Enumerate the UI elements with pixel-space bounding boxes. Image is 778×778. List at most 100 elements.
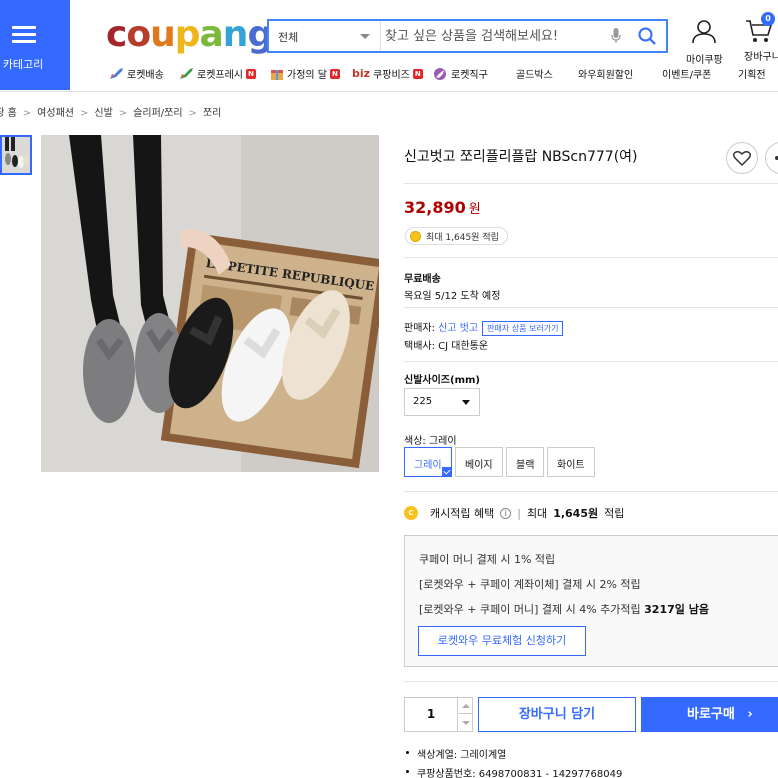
- search-scope-select[interactable]: 전체: [269, 21, 381, 51]
- user-icon: [692, 20, 717, 44]
- nav-rocket-global[interactable]: 로켓직구: [432, 66, 488, 81]
- mypage-link[interactable]: 마이쿠팡: [686, 18, 723, 66]
- info-icon[interactable]: i: [500, 507, 512, 519]
- search-icon[interactable]: [637, 26, 657, 46]
- reward-text: 최대 1,645원 적립: [426, 232, 499, 243]
- color-option-white[interactable]: 화이트: [547, 447, 595, 477]
- divider: [404, 681, 778, 682]
- nav-label: 골드박스: [516, 70, 553, 81]
- benefit-line: [로켓와우 + 쿠페이 머니] 결제 시 4% 추가적립 3217일 남음: [419, 601, 709, 617]
- divider: [404, 361, 778, 362]
- divider: [404, 257, 778, 258]
- search-scope-value: 전체: [278, 31, 299, 44]
- seller-products-button[interactable]: 판매자 상품 보러가기: [482, 321, 564, 336]
- size-value: 225: [413, 396, 433, 407]
- product-thumbnail[interactable]: [0, 135, 32, 175]
- cart-count-badge: 0: [761, 12, 775, 26]
- chevron-right-icon: ›: [747, 707, 753, 722]
- share-icon: [775, 156, 778, 160]
- quantity-input[interactable]: 1: [405, 698, 457, 731]
- wow-trial-button[interactable]: 로켓와우 무료체험 신청하기: [418, 626, 586, 656]
- logo-letter: a: [199, 14, 224, 55]
- breadcrumb-separator: >: [118, 108, 128, 119]
- microphone-icon[interactable]: [611, 27, 621, 45]
- breadcrumb-item[interactable]: 쿠팡 홈: [0, 108, 17, 119]
- category-menu-button[interactable]: 카테고리: [0, 0, 70, 90]
- logo-letter: u: [150, 14, 176, 55]
- breadcrumb-separator: >: [188, 108, 197, 119]
- product-main-image[interactable]: LA PETITE REPUBLIQUE: [41, 135, 379, 472]
- buy-now-button[interactable]: 바로구매 ›: [641, 697, 778, 732]
- nav-rocket-delivery[interactable]: 로켓배송: [108, 66, 164, 81]
- cash-suffix: 적립: [604, 507, 625, 520]
- color-option-beige[interactable]: 베이지: [455, 447, 503, 477]
- cart-label: 장바구니: [744, 52, 778, 63]
- category-nav: 로켓배송 로켓프레시 N 가정의 달 N biz 쿠팡비즈 N 로켓직구 골드박…: [100, 66, 778, 88]
- benefit-line-text: [로켓와우 + 쿠페이 머니] 결제 시 4% 추가적립: [419, 603, 641, 616]
- add-to-cart-button[interactable]: 장바구니 담기: [478, 697, 636, 732]
- detail-item: 쿠팡상품번호: 6498700831 - 14297768049: [404, 765, 622, 778]
- breadcrumb-item[interactable]: 쪼리: [203, 108, 221, 119]
- breadcrumb-item[interactable]: 슬리퍼/쪼리: [133, 108, 182, 119]
- benefit-days-left: 3217일 남음: [644, 603, 709, 616]
- reward-badge: 최대 1,645원 적립: [405, 227, 508, 245]
- color-option-label: 블랙: [516, 460, 535, 471]
- color-option-black[interactable]: 블랙: [506, 447, 545, 477]
- breadcrumb: 쿠팡 홈 > 여성패션 > 신발 > 슬리퍼/쪼리 > 쪼리: [0, 104, 221, 119]
- shipping-label: 무료배송: [404, 274, 441, 285]
- nav-coupang-biz[interactable]: biz 쿠팡비즈 N: [352, 66, 423, 81]
- size-select[interactable]: 225: [404, 388, 480, 416]
- nav-label: 기획전: [738, 70, 766, 81]
- header-divider: [0, 91, 778, 92]
- mypage-label: 마이쿠팡: [686, 55, 723, 66]
- color-option-label: 화이트: [557, 460, 585, 471]
- color-option-gray[interactable]: 그레이: [404, 447, 452, 477]
- search-bar: 전체: [267, 19, 668, 53]
- cash-prefix: 최대: [526, 507, 548, 520]
- payment-benefits-box: 쿠페이 머니 결제 시 1% 적립 [로켓와우 + 쿠페이 계좌이체] 결제 시…: [404, 535, 778, 667]
- search-input[interactable]: [385, 25, 605, 47]
- new-badge: N: [412, 68, 423, 79]
- quantity-increase-button[interactable]: [457, 698, 473, 714]
- nav-events-coupons[interactable]: 이벤트/쿠폰: [662, 66, 711, 81]
- rocket-icon: [110, 67, 123, 79]
- thumbnail-image: [2, 137, 30, 173]
- logo-letter: c: [106, 14, 127, 55]
- nav-label: 쿠팡비즈: [373, 70, 410, 81]
- divider: [404, 183, 778, 184]
- category-label: 카테고리: [2, 58, 44, 71]
- breadcrumb-item[interactable]: 여성패션: [37, 108, 74, 119]
- nav-rocket-fresh[interactable]: 로켓프레시 N: [178, 66, 256, 81]
- share-button[interactable]: [765, 142, 778, 174]
- nav-family-month[interactable]: 가정의 달 N: [270, 66, 340, 81]
- heart-icon: [732, 151, 752, 167]
- breadcrumb-separator: >: [79, 108, 89, 119]
- dropdown-arrow-icon: [462, 400, 470, 405]
- wishlist-button[interactable]: [726, 142, 758, 174]
- divider: [404, 491, 778, 492]
- cart-link[interactable]: 0 장바구니: [744, 12, 778, 63]
- new-badge: N: [246, 68, 256, 79]
- color-option-label: 베이지: [465, 460, 493, 471]
- price: 32,890 원: [404, 198, 481, 217]
- cash-coin-icon: C: [404, 506, 418, 520]
- price-unit: 원: [468, 202, 481, 217]
- color-label: 색상: 그레이: [404, 436, 457, 447]
- nav-exhibitions[interactable]: 기획전: [738, 66, 766, 81]
- benefit-line: [로켓와우 + 쿠페이 계좌이체] 결제 시 2% 적립: [419, 578, 641, 591]
- seller-row: 판매자: 신고 벗고 판매자 상품 보러가기: [404, 319, 564, 336]
- nav-goldbox[interactable]: 골드박스: [516, 66, 553, 81]
- nav-wow-discount[interactable]: 와우회원할인: [578, 66, 633, 81]
- courier-text: 택배사: CJ 대한통운: [404, 341, 489, 352]
- quantity-decrease-button[interactable]: [457, 715, 473, 731]
- seller-name-link[interactable]: 신고 벗고: [438, 323, 478, 334]
- breadcrumb-item[interactable]: 신발: [94, 108, 112, 119]
- breadcrumb-separator: >: [22, 108, 32, 119]
- nav-label: 로켓배송: [127, 70, 164, 81]
- nav-label: 가정의 달: [287, 70, 327, 81]
- quantity-stepper: 1: [404, 697, 473, 732]
- coupang-logo[interactable]: coupang: [106, 14, 273, 55]
- flip-flops-photo: LA PETITE REPUBLIQUE: [41, 135, 379, 472]
- cash-label: 캐시적립 혜택: [430, 507, 495, 520]
- nav-label: 이벤트/쿠폰: [662, 70, 712, 81]
